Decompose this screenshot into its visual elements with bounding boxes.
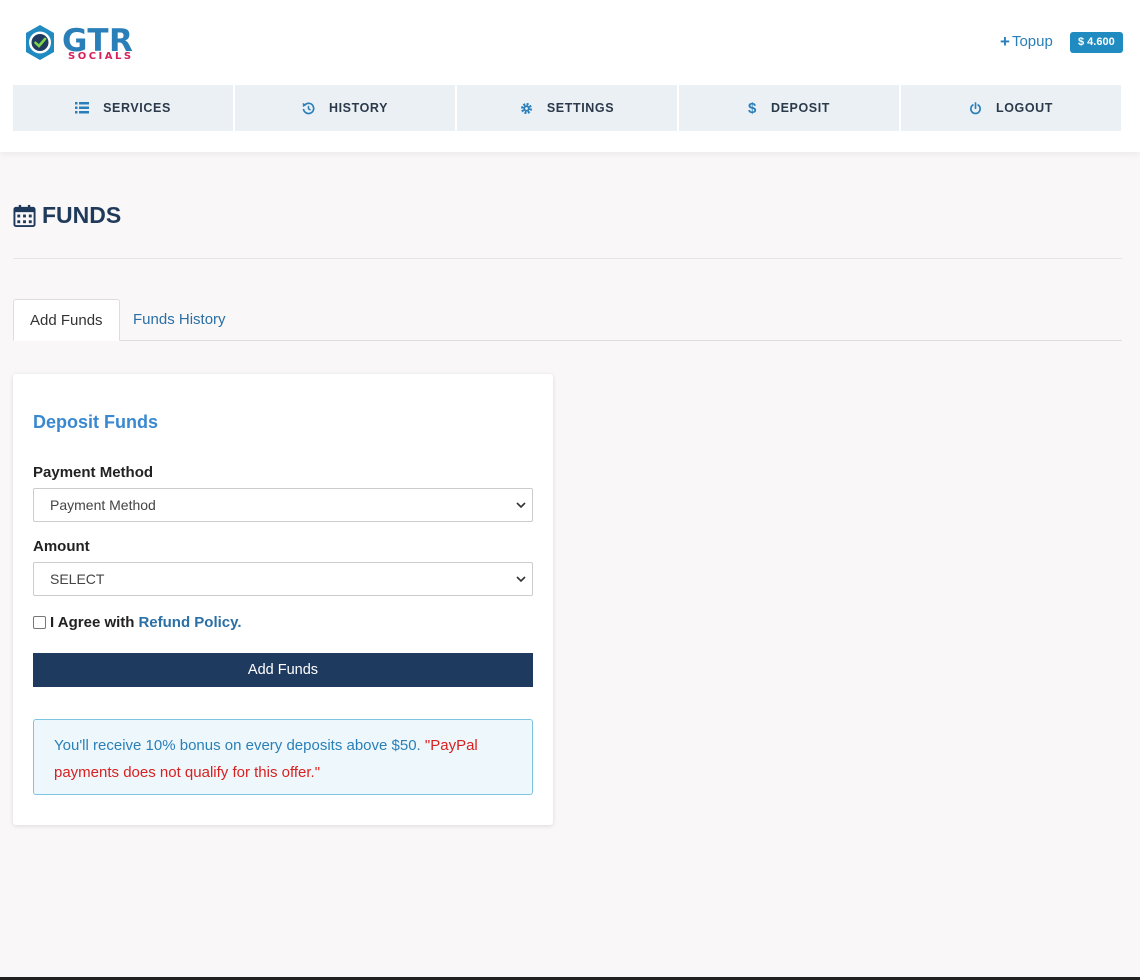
brand-tagline: SOCIALS xyxy=(68,51,134,62)
main-nav: SERVICES HISTORY SETTINGS $ DEPOSIT LOGO… xyxy=(13,85,1121,131)
chevron-down-icon xyxy=(516,576,526,583)
bonus-text: You'll receive 10% bonus on every deposi… xyxy=(54,737,421,754)
payment-method-value: Payment Method xyxy=(50,497,156,513)
bonus-notice: You'll receive 10% bonus on every deposi… xyxy=(33,719,533,795)
nav-label: LOGOUT xyxy=(995,101,1054,115)
tab-funds-history[interactable]: Funds History xyxy=(117,299,242,341)
amount-label: Amount xyxy=(33,538,90,555)
calendar-icon xyxy=(13,204,36,227)
gear-icon xyxy=(520,102,533,115)
dollar-icon: $ xyxy=(747,99,757,117)
add-funds-button[interactable]: Add Funds xyxy=(33,653,533,687)
page-title-text: FUNDS xyxy=(42,201,122,228)
chevron-down-icon xyxy=(516,502,526,509)
refund-policy-link[interactable]: Refund Policy. xyxy=(138,614,241,631)
topup-label: Topup xyxy=(1011,33,1053,50)
tab-add-funds[interactable]: Add Funds xyxy=(13,299,120,341)
deposit-card: Deposit Funds Payment Method Payment Met… xyxy=(13,374,553,825)
list-icon xyxy=(75,102,90,114)
logo-icon xyxy=(26,25,54,60)
nav-item-deposit[interactable]: $ DEPOSIT xyxy=(679,85,899,131)
page-title: FUNDS xyxy=(13,200,121,230)
nav-item-settings[interactable]: SETTINGS xyxy=(457,85,677,131)
nav-label: SERVICES xyxy=(103,101,171,115)
amount-select[interactable]: SELECT xyxy=(33,562,533,596)
nav-label: DEPOSIT xyxy=(770,101,831,115)
divider xyxy=(13,258,1122,259)
balance-badge: $ 4.600 xyxy=(1070,32,1123,53)
card-title: Deposit Funds xyxy=(33,412,158,432)
amount-value: SELECT xyxy=(50,571,105,587)
payment-method-select[interactable]: Payment Method xyxy=(33,488,533,522)
nav-item-history[interactable]: HISTORY xyxy=(235,85,455,131)
header: GTR SOCIALS + Topup $ 4.600 SERVICES HIS… xyxy=(0,0,1140,152)
payment-method-label: Payment Method xyxy=(33,464,154,481)
nav-item-logout[interactable]: LOGOUT xyxy=(901,85,1121,131)
plus-icon: + xyxy=(1000,32,1010,51)
topup-link[interactable]: + Topup xyxy=(1000,33,1053,51)
history-icon xyxy=(302,101,315,115)
power-icon xyxy=(969,101,982,115)
agree-checkbox[interactable] xyxy=(33,616,46,629)
agree-text: I Agree with xyxy=(50,614,135,631)
nav-label: SETTINGS xyxy=(546,101,615,115)
logo[interactable]: GTR SOCIALS xyxy=(22,24,134,64)
nav-label: HISTORY xyxy=(328,101,389,115)
nav-item-services[interactable]: SERVICES xyxy=(13,85,233,131)
agree-row: I Agree with Refund Policy. xyxy=(33,614,242,631)
